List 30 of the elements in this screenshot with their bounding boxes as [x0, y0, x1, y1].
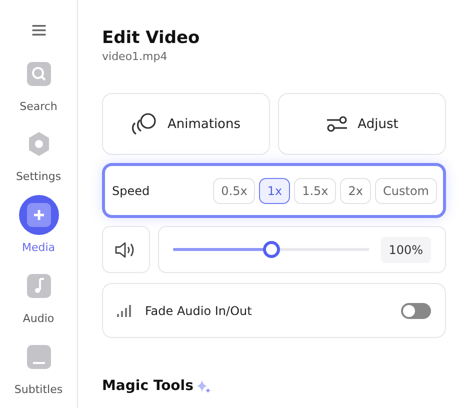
- speed-label: Speed: [112, 184, 151, 198]
- volume-reading: 100%: [380, 236, 431, 262]
- circles-icon: [131, 112, 158, 136]
- sidebar-item[interactable]: Audio: [4, 266, 74, 338]
- speed-option[interactable]: 0.5x: [213, 178, 256, 204]
- subtitles-icon: [26, 345, 50, 370]
- speed-option[interactable]: 1.5x: [294, 178, 336, 204]
- sidebar-item[interactable]: Subtitles: [4, 337, 74, 408]
- page-title: Edit Video: [102, 28, 201, 48]
- section-title: Magic Tools: [102, 378, 194, 394]
- audio-icon: [26, 274, 50, 298]
- fade-label: Fade Audio In/Out: [145, 304, 253, 318]
- menu-icon[interactable]: [32, 25, 46, 36]
- speaker-button[interactable]: [102, 226, 150, 273]
- sparkle-icon: [197, 379, 212, 393]
- sidebar-item[interactable]: Media: [4, 195, 74, 266]
- search-icon: [26, 62, 50, 86]
- fade-toggle[interactable]: [401, 302, 431, 318]
- sidebar-item[interactable]: Search: [4, 54, 74, 124]
- speed-option[interactable]: 1x: [259, 178, 290, 204]
- sidebar-item[interactable]: Settings: [4, 124, 74, 196]
- speed-option[interactable]: Custom: [375, 178, 437, 204]
- settings-icon: [26, 132, 50, 156]
- signal-bars-icon: [117, 304, 131, 316]
- media-icon: [26, 203, 50, 228]
- sliders-icon: [326, 115, 348, 133]
- speed-option[interactable]: 2x: [340, 178, 372, 204]
- animations-button[interactable]: Animations: [102, 93, 270, 155]
- adjust-button[interactable]: Adjust: [278, 93, 446, 155]
- file-name: video1.mp4: [102, 50, 168, 63]
